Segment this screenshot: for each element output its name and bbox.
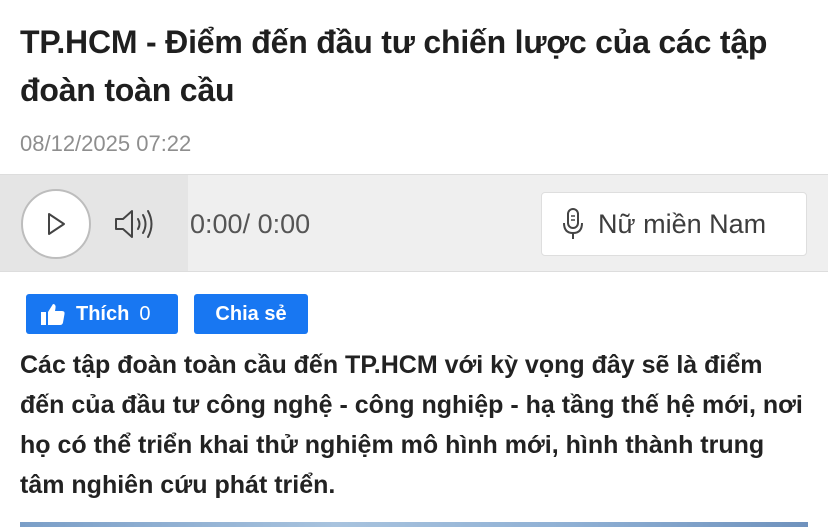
duration: 0:00	[257, 209, 311, 239]
like-button[interactable]: Thích 0	[26, 294, 178, 334]
volume-button[interactable]	[112, 206, 158, 242]
voice-label: Nữ miền Nam	[598, 208, 767, 239]
audio-controls	[0, 175, 188, 271]
audio-player: 0:00/ 0:00 Nữ miền Nam	[0, 174, 828, 272]
play-icon	[48, 213, 65, 235]
play-button[interactable]	[21, 189, 91, 259]
volume-icon	[115, 210, 153, 238]
article-summary: Các tập đoàn toàn cầu đến TP.HCM với kỳ …	[20, 351, 803, 499]
share-button[interactable]: Chia sẻ	[194, 294, 308, 334]
playback-time: 0:00/ 0:00	[190, 207, 310, 241]
like-count: 0	[139, 302, 151, 325]
thumbs-up-icon	[41, 304, 65, 325]
like-label: Thích	[76, 302, 130, 325]
article-image	[20, 522, 808, 527]
current-time: 0:00	[190, 209, 243, 239]
time-separator: /	[242, 209, 251, 239]
social-buttons: Thích 0 Chia sẻ	[26, 294, 308, 334]
article-title: TP.HCM - Điểm đến đầu tư chiến lược của …	[20, 24, 768, 108]
microphone-icon	[563, 208, 583, 239]
article-date: 08/12/2025 07:22	[20, 131, 192, 156]
voice-select-button[interactable]: Nữ miền Nam	[541, 192, 807, 256]
